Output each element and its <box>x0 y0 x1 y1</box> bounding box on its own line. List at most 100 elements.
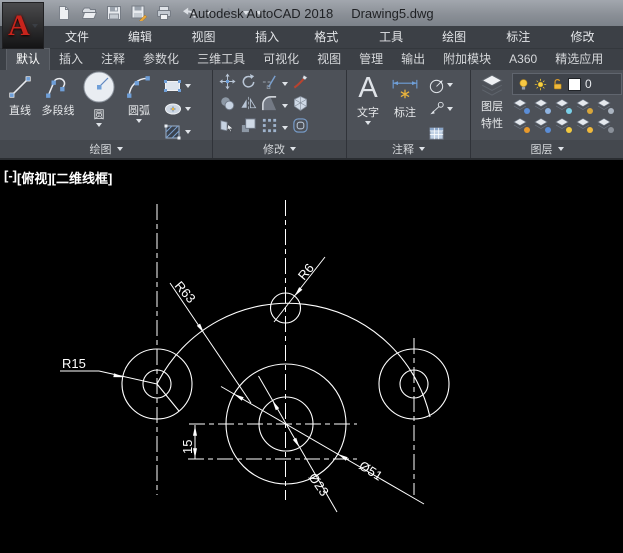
menu-insert[interactable]: 插入(I) <box>242 26 301 48</box>
panel-label-draw[interactable]: 绘图 <box>0 140 212 158</box>
text-button[interactable]: A 文字 <box>354 73 382 125</box>
layer-lock-icon[interactable] <box>575 97 593 114</box>
trim-icon[interactable] <box>261 73 278 95</box>
copy-icon[interactable] <box>219 95 236 117</box>
layer-properties-button[interactable]: 图层 特性 <box>476 73 508 131</box>
layer-match-icon[interactable] <box>596 97 614 114</box>
redo-icon[interactable] <box>218 4 236 22</box>
menu-modify[interactable]: 修改(M) <box>558 26 623 48</box>
arc-label: 圆弧 <box>128 102 150 118</box>
panel-expand-icon <box>290 147 296 151</box>
leader-dropdown-icon[interactable] <box>447 107 453 111</box>
dimstyle-button[interactable] <box>428 74 453 96</box>
polyline-button[interactable]: 多段线 <box>41 73 75 118</box>
erase-icon[interactable] <box>292 73 309 95</box>
undo-icon[interactable] <box>180 4 198 22</box>
tab-insert[interactable]: 插入 <box>50 49 92 70</box>
layer-make-current-icon[interactable] <box>533 97 551 114</box>
panel-expand-icon <box>419 147 425 151</box>
circle-button[interactable]: 圆 <box>81 73 117 127</box>
layer-thaw-icon[interactable] <box>554 116 572 133</box>
undo-dropdown-icon[interactable] <box>205 11 211 15</box>
drawing-viewport[interactable]: [-] [俯视] [二维线框] <box>0 160 623 553</box>
layer-on-icon[interactable] <box>512 116 530 133</box>
layer-on-bulb-icon[interactable] <box>517 78 530 91</box>
panel-label-modify[interactable]: 修改 <box>213 140 346 158</box>
layer-isolate-icon[interactable] <box>512 97 530 114</box>
layer-off-icon[interactable] <box>596 116 614 133</box>
menu-view[interactable]: 视图(V) <box>179 26 243 48</box>
rectangle-dropdown-icon[interactable] <box>185 84 191 88</box>
ellipse-dropdown-icon[interactable] <box>185 107 191 111</box>
fillet-icon[interactable] <box>261 95 278 117</box>
layer-unlock-tool-icon[interactable] <box>575 116 593 133</box>
tab-parametric[interactable]: 参数化 <box>134 49 188 70</box>
print-icon[interactable] <box>155 4 173 22</box>
app-menu-dropdown-icon <box>32 24 38 28</box>
menu-draw[interactable]: 绘图(D) <box>429 26 493 48</box>
layer-walk-icon[interactable] <box>533 116 551 133</box>
panel-label-annotate[interactable]: 注释 <box>347 140 470 158</box>
layer-color-swatch[interactable] <box>568 78 581 91</box>
polyline-icon <box>41 73 75 101</box>
trim-dropdown-icon[interactable] <box>282 82 288 86</box>
mirror-icon[interactable] <box>240 95 257 117</box>
qat-customize-dropdown-icon[interactable] <box>256 11 262 15</box>
circle-dropdown-icon[interactable] <box>96 123 102 127</box>
menu-bar: 文件(F) 编辑(E) 视图(V) 插入(I) 格式(O) 工具(T) 绘图(D… <box>0 26 623 48</box>
layer-props-label-2: 特性 <box>481 115 503 131</box>
dimstyle-dropdown-icon[interactable] <box>447 83 453 87</box>
line-button[interactable]: 直线 <box>5 73 35 118</box>
rectangle-button[interactable] <box>163 75 191 97</box>
layer-unlock-icon[interactable] <box>551 78 564 91</box>
arc-dropdown-icon[interactable] <box>136 119 142 123</box>
cad-drawing[interactable]: R15 R63 R6 Ø51 Ø23 15 <box>0 160 623 553</box>
tab-view[interactable]: 视图 <box>308 49 350 70</box>
document-title: Drawing5.dwg <box>351 6 433 21</box>
new-file-icon[interactable] <box>55 4 73 22</box>
dim-text-r15: R15 <box>62 356 86 371</box>
arc-button[interactable]: 圆弧 <box>123 73 155 123</box>
menu-tools[interactable]: 工具(T) <box>366 26 429 48</box>
menu-dimension[interactable]: 标注(N) <box>493 26 557 48</box>
menu-format[interactable]: 格式(O) <box>301 26 366 48</box>
fillet-dropdown-icon[interactable] <box>282 104 288 108</box>
layer-thaw-sun-icon[interactable] <box>534 78 547 91</box>
stretch-icon[interactable] <box>219 117 236 139</box>
tab-manage[interactable]: 管理 <box>350 49 392 70</box>
layer-freeze-icon[interactable] <box>554 97 572 114</box>
array-icon[interactable] <box>261 117 278 139</box>
array-dropdown-icon[interactable] <box>282 126 288 130</box>
tab-featured-apps[interactable]: 精选应用 <box>546 49 612 70</box>
panel-label-layers[interactable]: 图层 <box>471 140 623 158</box>
redo-dropdown-icon[interactable] <box>243 11 249 15</box>
move-icon[interactable] <box>219 73 236 95</box>
explode-icon[interactable] <box>292 95 309 117</box>
menu-edit[interactable]: 编辑(E) <box>115 26 179 48</box>
menu-file[interactable]: 文件(F) <box>52 26 115 48</box>
scale-icon[interactable] <box>240 117 257 139</box>
hatch-dropdown-icon[interactable] <box>185 130 191 134</box>
circle-icon <box>81 69 117 105</box>
app-menu-button[interactable]: A <box>2 2 44 49</box>
tab-a360[interactable]: A360 <box>500 49 546 70</box>
tab-annotate[interactable]: 注释 <box>92 49 134 70</box>
tab-visualize[interactable]: 可视化 <box>254 49 308 70</box>
save-icon[interactable] <box>105 4 123 22</box>
tab-output[interactable]: 输出 <box>392 49 434 70</box>
open-folder-icon[interactable] <box>80 4 98 22</box>
dimension-button[interactable]: 标注 <box>390 73 420 120</box>
layer-dropdown[interactable]: 0 <box>512 73 622 95</box>
rotate-icon[interactable] <box>240 73 257 95</box>
arc-icon <box>123 73 155 101</box>
autocad-window: A Autodesk AutoCAD 2018 Drawing5.dwg 文件(… <box>0 0 623 553</box>
offset-icon[interactable] <box>292 117 309 139</box>
text-dropdown-icon[interactable] <box>365 121 371 125</box>
save-as-icon[interactable] <box>130 4 148 22</box>
tab-3dtools[interactable]: 三维工具 <box>188 49 254 70</box>
tab-addins[interactable]: 附加模块 <box>434 49 500 70</box>
tab-home[interactable]: 默认 <box>6 48 50 70</box>
leader-button[interactable] <box>428 98 453 120</box>
ellipse-button[interactable] <box>163 98 191 120</box>
circle-label: 圆 <box>94 106 105 122</box>
